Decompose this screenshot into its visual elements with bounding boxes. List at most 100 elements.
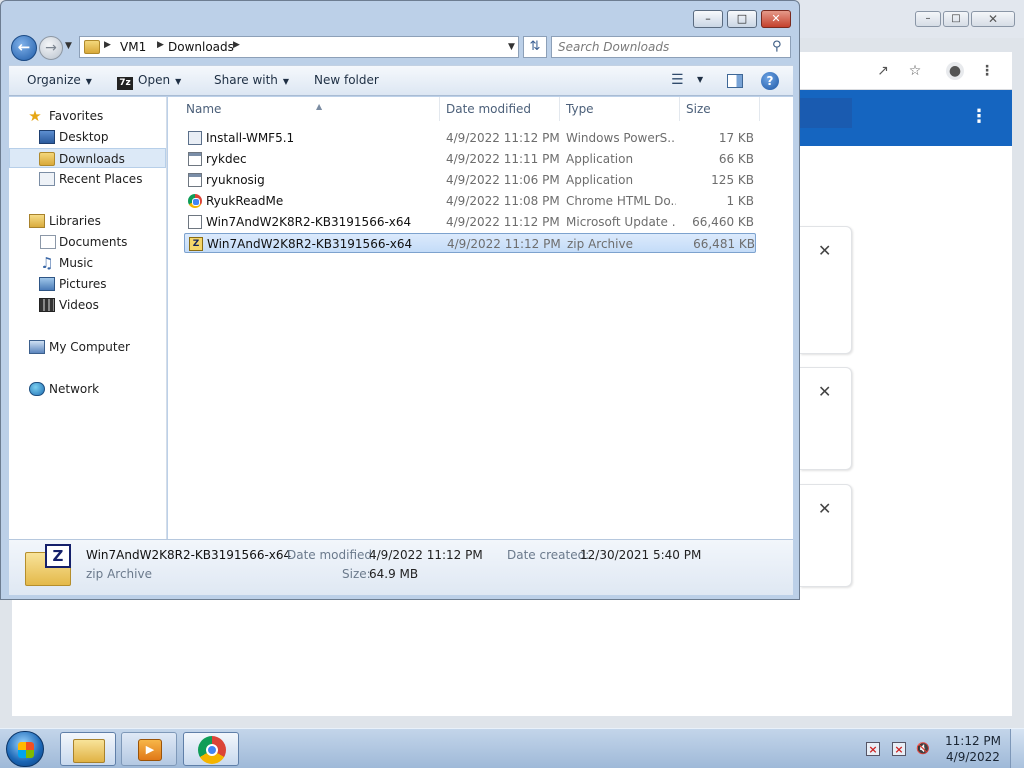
breadcrumb-separator-icon[interactable]: ▶ bbox=[157, 40, 164, 50]
nav-libraries[interactable]: Libraries bbox=[9, 211, 166, 231]
new-folder-button[interactable]: New folder bbox=[314, 73, 379, 87]
nav-desktop[interactable]: Desktop bbox=[9, 127, 166, 147]
refresh-button[interactable]: ⇅ bbox=[523, 36, 547, 58]
chrome-close-button[interactable]: ✕ bbox=[971, 11, 1015, 27]
file-type: Application bbox=[566, 173, 634, 187]
zip-archive-icon: Z bbox=[189, 237, 203, 251]
forward-button[interactable]: → bbox=[39, 36, 63, 60]
action-center-flag-icon[interactable]: × bbox=[866, 742, 880, 756]
documents-icon bbox=[40, 235, 56, 249]
navigation-pane: ★ Favorites Desktop Downloads Recent Pla… bbox=[9, 97, 167, 539]
network-icon bbox=[29, 382, 45, 396]
breadcrumb-separator-icon[interactable]: ▶ bbox=[233, 40, 240, 50]
preview-pane-icon[interactable] bbox=[727, 74, 743, 88]
remove-download-close-icon[interactable]: ✕ bbox=[818, 499, 831, 518]
file-row[interactable]: rykdec 4/9/2022 11:11 PM Application 66 … bbox=[184, 149, 756, 169]
breadcrumb-separator-icon[interactable]: ▶ bbox=[104, 40, 111, 50]
file-size: 1 KB bbox=[726, 194, 754, 208]
search-icon[interactable]: ⚲ bbox=[772, 39, 782, 54]
column-header-size[interactable]: Size bbox=[680, 97, 760, 121]
folder-icon bbox=[84, 40, 100, 54]
remove-download-close-icon[interactable]: ✕ bbox=[818, 241, 831, 260]
powershell-script-icon bbox=[188, 131, 202, 145]
nav-pictures-label: Pictures bbox=[59, 277, 107, 291]
nav-libraries-label: Libraries bbox=[49, 214, 101, 228]
breadcrumb-downloads[interactable]: Downloads bbox=[168, 40, 234, 54]
start-button[interactable] bbox=[6, 731, 44, 767]
details-date-modified: 4/9/2022 11:12 PM bbox=[369, 548, 483, 562]
file-type: zip Archive bbox=[567, 237, 633, 251]
network-status-icon[interactable]: × bbox=[892, 742, 906, 756]
profile-avatar-icon[interactable]: ● bbox=[946, 62, 964, 80]
back-button[interactable]: ← bbox=[11, 35, 37, 61]
chrome-icon bbox=[198, 736, 226, 764]
file-size: 125 KB bbox=[711, 173, 754, 187]
details-size-label: Size: bbox=[342, 567, 371, 581]
file-date: 4/9/2022 11:11 PM bbox=[446, 152, 560, 166]
nav-documents[interactable]: Documents bbox=[9, 232, 166, 252]
open-label: Open bbox=[138, 73, 171, 87]
file-row[interactable]: Install-WMF5.1 4/9/2022 11:12 PM Windows… bbox=[184, 128, 756, 148]
nav-downloads[interactable]: Downloads bbox=[9, 148, 166, 168]
minimize-button[interactable]: – bbox=[693, 10, 723, 28]
column-header-type[interactable]: Type bbox=[560, 97, 680, 121]
open-button[interactable]: 7z Open ▼ bbox=[117, 73, 181, 90]
nav-documents-label: Documents bbox=[59, 235, 128, 249]
nav-music[interactable]: ♫ Music bbox=[9, 253, 166, 273]
taskbar-chrome-button[interactable] bbox=[183, 732, 239, 766]
nav-network[interactable]: Network bbox=[9, 379, 166, 399]
column-header-name-label: Name bbox=[186, 102, 222, 116]
file-row[interactable]: RyukReadMe 4/9/2022 11:08 PM Chrome HTML… bbox=[184, 191, 756, 211]
taskbar-explorer-button[interactable] bbox=[60, 732, 116, 766]
details-date-modified-label: Date modified: bbox=[287, 548, 377, 562]
breadcrumb-vm1[interactable]: VM1 bbox=[120, 40, 146, 54]
details-pane: Z Win7AndW2K8R2-KB3191566-x64 zip Archiv… bbox=[9, 539, 793, 595]
column-header-name[interactable]: Name ▲ bbox=[180, 97, 440, 121]
desktop-icon bbox=[39, 130, 55, 144]
file-row[interactable]: ryuknosig 4/9/2022 11:06 PM Application … bbox=[184, 170, 756, 190]
share-with-button[interactable]: Share with ▼ bbox=[214, 73, 289, 87]
view-dropdown-icon[interactable]: ▼ bbox=[697, 75, 703, 84]
file-row-selected[interactable]: Z Win7AndW2K8R2-KB3191566-x64 4/9/2022 1… bbox=[184, 233, 756, 253]
close-button[interactable]: ✕ bbox=[761, 10, 791, 28]
nav-pictures[interactable]: Pictures bbox=[9, 274, 166, 294]
chrome-maximize-button[interactable]: □ bbox=[943, 11, 969, 27]
address-row: ← → ▼ ▶ VM1 ▶ Downloads ▶ ▼ ⇅ ⚲ bbox=[9, 33, 793, 61]
chevron-down-icon: ▼ bbox=[85, 77, 92, 86]
volume-muted-icon[interactable]: 🔇 bbox=[916, 742, 930, 756]
nav-recent-places[interactable]: Recent Places bbox=[9, 169, 166, 189]
nav-favorites[interactable]: ★ Favorites bbox=[9, 106, 166, 126]
show-desktop-button[interactable] bbox=[1010, 729, 1024, 768]
file-row[interactable]: Win7AndW2K8R2-KB3191566-x64 4/9/2022 11:… bbox=[184, 212, 756, 232]
bookmark-star-icon[interactable]: ☆ bbox=[906, 62, 924, 80]
system-clock[interactable]: 11:12 PM 4/9/2022 bbox=[940, 733, 1006, 765]
share-icon[interactable]: ↗ bbox=[874, 62, 892, 80]
remove-download-close-icon[interactable]: ✕ bbox=[818, 382, 831, 401]
address-bar[interactable]: ▶ VM1 ▶ Downloads ▶ ▼ bbox=[79, 36, 519, 58]
nav-my-computer-label: My Computer bbox=[49, 340, 130, 354]
header-search-area[interactable] bbox=[800, 98, 852, 128]
recent-pages-dropdown-icon[interactable]: ▼ bbox=[65, 41, 72, 51]
file-size: 17 KB bbox=[718, 131, 754, 145]
details-date-created-label: Date created: bbox=[507, 548, 590, 562]
help-icon[interactable]: ? bbox=[761, 72, 779, 90]
chrome-toolbar: ↗ ☆ ● ⋮ bbox=[800, 52, 1012, 90]
organize-button[interactable]: Organize ▼ bbox=[27, 73, 92, 87]
search-box: ⚲ bbox=[551, 36, 791, 58]
chrome-menu-kebab-icon[interactable]: ⋮ bbox=[978, 62, 996, 80]
column-header-date-modified[interactable]: Date modified bbox=[440, 97, 560, 121]
chrome-minimize-button[interactable]: – bbox=[915, 11, 941, 27]
change-view-icon[interactable]: ☰ bbox=[671, 72, 684, 88]
nav-videos[interactable]: Videos bbox=[9, 295, 166, 315]
maximize-button[interactable]: □ bbox=[727, 10, 757, 28]
search-input[interactable] bbox=[552, 37, 762, 57]
file-name: Install-WMF5.1 bbox=[206, 131, 295, 145]
file-date: 4/9/2022 11:12 PM bbox=[446, 131, 560, 145]
nav-my-computer[interactable]: My Computer bbox=[9, 337, 166, 357]
file-name: RyukReadMe bbox=[206, 194, 284, 208]
taskbar-media-player-button[interactable]: ▶ bbox=[121, 732, 177, 766]
address-history-dropdown-icon[interactable]: ▼ bbox=[508, 42, 515, 52]
organize-label: Organize bbox=[27, 73, 81, 87]
downloads-menu-kebab-icon[interactable]: ⋮ bbox=[970, 106, 988, 127]
file-type: Windows PowerS... bbox=[566, 131, 676, 145]
